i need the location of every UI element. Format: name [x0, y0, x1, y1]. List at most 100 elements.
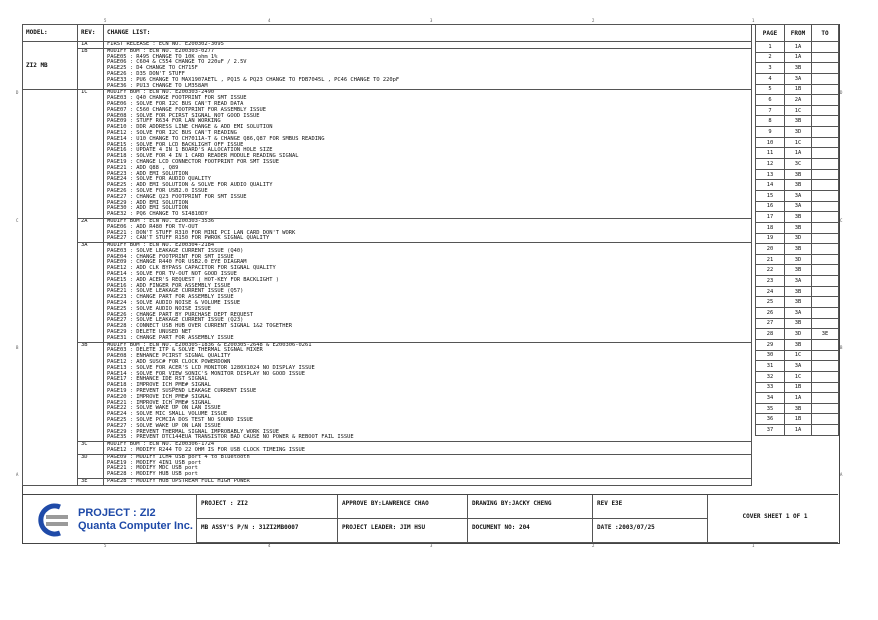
revision-row: 3B MODIFY BOM : ECN NO. E200305-1836 & E2…: [23, 341, 752, 443]
to-rev: [811, 243, 839, 255]
ruler-mark: 1: [752, 543, 755, 548]
change-line: PAGE36 : PU13 CHANGE TO LM358AM: [107, 82, 208, 89]
from-rev: 2A: [784, 94, 812, 106]
page-row: 24 3B: [755, 285, 839, 298]
to-rev: [811, 370, 839, 383]
page-number: 34: [755, 392, 785, 404]
from-rev: 1B: [784, 413, 812, 426]
page-row: 12 3C: [755, 158, 839, 170]
from-rev: 3B: [784, 285, 812, 298]
ruler-letter: B: [16, 345, 19, 350]
page-number: 36: [755, 413, 785, 426]
page-row: 25 3B: [755, 296, 839, 308]
title-block: PROJECT : ZI2 Quanta Computer Inc. PROJE…: [22, 494, 838, 543]
rev-field: REV E3E: [592, 495, 707, 519]
revision-code: 3C: [77, 441, 104, 455]
to-rev: [811, 115, 839, 128]
from-rev: 3A: [784, 360, 812, 372]
to-rev: [811, 221, 839, 234]
to-rev: [811, 285, 839, 298]
to-rev: [811, 83, 839, 96]
model-name: ZI2 MB: [22, 40, 78, 91]
page-row: 8 3B: [755, 115, 839, 128]
page-number: 9: [755, 126, 785, 138]
to-rev: [811, 62, 839, 74]
to-rev: [811, 104, 839, 117]
page-row: 15 3A: [755, 189, 839, 202]
ruler-mark: 3: [430, 543, 433, 548]
page-number: 30: [755, 349, 785, 362]
ruler-letter: C: [840, 218, 843, 223]
to-rev: [811, 392, 839, 404]
to-rev: [811, 136, 839, 149]
page-number: 12: [755, 158, 785, 170]
model-header: MODEL:: [22, 24, 78, 42]
page-row: 22 3B: [755, 264, 839, 277]
page-number: 14: [755, 179, 785, 191]
revision-changes: MODIFY BOM : ECN NO. E200303-2490 PAGE03 …: [103, 89, 752, 219]
from-rev: 3A: [784, 200, 812, 213]
page-row: 30 1C: [755, 349, 839, 362]
from-rev: 3B: [784, 264, 812, 277]
revision-changes: PAGE09 : MODIFY ICH4 USB port 4 to Bluet…: [103, 453, 752, 479]
project-field: PROJECT : ZI2: [196, 495, 337, 519]
revision-code: 1B: [77, 47, 104, 91]
from-rev: 1C: [784, 349, 812, 362]
from-rev: 3A: [784, 72, 812, 85]
page-number: 17: [755, 211, 785, 223]
from-rev: 3A: [784, 307, 812, 319]
page-row: 27 3B: [755, 317, 839, 330]
change-line: FIRST RELEASE : ECN NO. E200302-3095: [107, 41, 224, 47]
page-header: PAGE: [755, 24, 785, 42]
page-row: 36 1B: [755, 413, 839, 426]
page-row: 6 2A: [755, 94, 839, 106]
page-row: 37 1A: [755, 424, 839, 436]
page-number: 10: [755, 136, 785, 149]
from-rev: 3B: [784, 62, 812, 74]
page-number: 37: [755, 424, 785, 436]
page-number: 6: [755, 94, 785, 106]
ruler-mark: 4: [268, 543, 271, 548]
from-rev: 1A: [784, 424, 812, 436]
revision-changes: MODIFY BOM : ECN NO. E200303-0277 PAGE05 …: [103, 47, 752, 91]
change-line: PAGE27 : CAN'T STUFF R150 FOR PWROK SIGN…: [107, 235, 270, 242]
page-number: 20: [755, 243, 785, 255]
revision-changes: MODIFY BOM : ECN NO. E200306-1724 PAGE12 …: [103, 441, 752, 455]
to-rev: [811, 168, 839, 181]
revision-code: 3A: [77, 242, 104, 343]
to-rev: [811, 211, 839, 223]
logo-text: PROJECT : ZI2 Quanta Computer Inc.: [78, 507, 193, 533]
page-number: 18: [755, 221, 785, 234]
page-row: 35 3B: [755, 402, 839, 415]
ruler-mark: 5: [104, 18, 107, 23]
page-number: 29: [755, 338, 785, 351]
revision-row: 3A MODIFY BOM : ECN NO. E200304-2184 PAGE0…: [23, 242, 752, 343]
from-rev: 1C: [784, 136, 812, 149]
page-number: 31: [755, 360, 785, 372]
revision-row: 3C MODIFY BOM : ECN NO. E200306-1724 PAGE1…: [23, 441, 752, 455]
page-row: 18 3B: [755, 221, 839, 234]
page-row: 13 3B: [755, 168, 839, 181]
page-row: 14 3B: [755, 179, 839, 191]
page-number: 27: [755, 317, 785, 330]
revision-changes: MODIFY BOM : ECN NO. E200303-3536 PAGE06 …: [103, 217, 752, 244]
revision-row: ZI2 MB 1A FIRST RELEASE : ECN NO. E200302-…: [22, 40, 752, 91]
from-rev: 3B: [784, 243, 812, 255]
page-row: 23 3A: [755, 275, 839, 287]
page-row: 7 1C: [755, 104, 839, 117]
from-rev: 3D: [784, 328, 812, 340]
from-rev: 3A: [784, 189, 812, 202]
revision-code: 3B: [77, 341, 104, 443]
company-logo-area: PROJECT : ZI2 Quanta Computer Inc.: [22, 495, 196, 543]
from-rev: 1B: [784, 83, 812, 96]
revision-changes: MODIFY BOM : ECN NO. E200304-2184 PAGE03 …: [103, 242, 752, 343]
page-number: 13: [755, 168, 785, 181]
ruler-letter: A: [840, 472, 843, 477]
page-number: 5: [755, 83, 785, 96]
change-header: CHANGE LIST:: [103, 24, 752, 42]
page-row: 3 3B: [755, 62, 839, 74]
change-line: PAGE32 : PQ6 CHANGE TO SI4810DY: [107, 211, 208, 218]
page-row: 21 3D: [755, 253, 839, 266]
ruler-letter: C: [16, 218, 19, 223]
page-row: 11 1A: [755, 147, 839, 160]
